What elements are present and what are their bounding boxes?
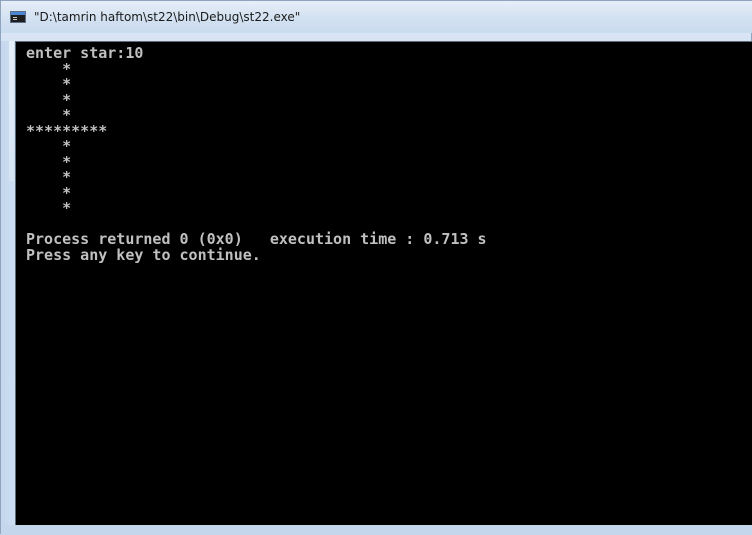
console-line: * [26,152,72,171]
console-output: enter star:10 * * * * ********* * * * * *… [26,44,487,264]
console-line: Press any key to continue. [26,245,261,264]
title-bar[interactable]: "D:\tamrin haftom\st22\bin\Debug\st22.ex… [1,1,752,33]
console-line: * [26,137,72,155]
console-line: * [26,199,72,217]
console-line: ********* [26,121,108,140]
console-line: * [26,168,72,186]
console-line: * [26,59,72,78]
console-line: * [26,90,72,109]
console-line: enter star:10 [26,44,144,62]
window-left-border [1,41,15,525]
console-app-icon[interactable] [10,11,26,23]
console-output-area[interactable]: enter star:10 * * * * ********* * * * * *… [15,41,752,525]
console-line: * [26,75,72,93]
console-window: "D:\tamrin haftom\st22\bin\Debug\st22.ex… [0,0,752,535]
console-line: * [26,183,72,202]
window-title: "D:\tamrin haftom\st22\bin\Debug\st22.ex… [34,10,301,24]
